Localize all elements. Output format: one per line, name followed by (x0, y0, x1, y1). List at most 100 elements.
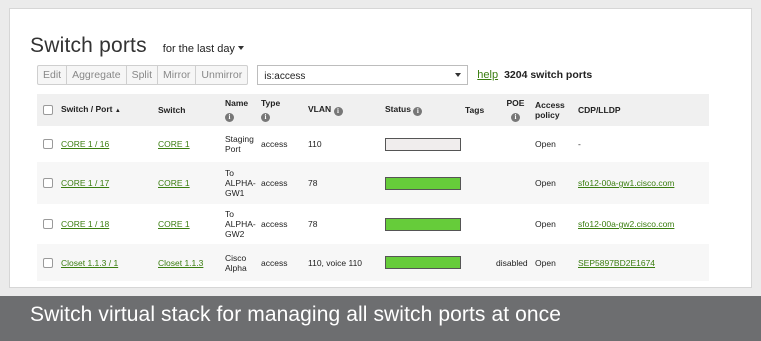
toolbar: Edit Aggregate Split Mirror Unmirror hel… (37, 64, 592, 86)
column-name-label: Name (225, 98, 249, 108)
column-poe[interactable]: POE i (496, 98, 535, 122)
status-bar[interactable] (385, 217, 461, 231)
mirror-button[interactable]: Mirror (158, 66, 197, 84)
switch-link[interactable]: CORE 1 (158, 219, 190, 229)
unmirror-button[interactable]: Unmirror (196, 66, 247, 84)
page-title: Switch ports (30, 34, 147, 57)
status-bar[interactable] (385, 176, 461, 190)
caption-banner: Switch virtual stack for managing all sw… (0, 296, 761, 341)
table-row[interactable]: Closet 1.1.3 / 1 Closet 1.1.3 Cisco Alpha… (37, 244, 709, 281)
port-cdp: - (578, 139, 581, 149)
table-row[interactable]: CORE 1 / 16 CORE 1 Staging Port access 11… (37, 126, 709, 162)
column-cdp-lldp[interactable]: CDP/LLDP (578, 105, 709, 115)
status-bar-fill (386, 257, 460, 268)
port-link[interactable]: CORE 1 / 17 (61, 178, 109, 188)
port-vlan: 78 (308, 178, 318, 188)
column-switch-port[interactable]: Switch / Port ▲ (61, 104, 158, 116)
port-name-line: ALPHA- (225, 219, 256, 229)
port-vlan: 110 (308, 139, 322, 149)
switch-ports-table: Switch / Port ▲ Switch Name i Type i VLAN … (37, 94, 709, 281)
help-link[interactable]: help (477, 69, 498, 81)
aggregate-button[interactable]: Aggregate (67, 66, 127, 84)
column-switch[interactable]: Switch (158, 105, 225, 115)
port-type: access (261, 257, 288, 268)
status-bar-fill (386, 177, 460, 189)
switch-link[interactable]: Closet 1.1.3 (158, 258, 203, 268)
column-name[interactable]: Name i (225, 98, 261, 122)
chevron-down-icon[interactable] (455, 73, 462, 77)
cdp-link[interactable]: sfo12-00a-gw2.cisco.com (578, 219, 674, 229)
column-status-label: Status (385, 104, 411, 114)
port-access-policy: Open (535, 139, 556, 149)
port-poe: disabled (496, 257, 528, 268)
port-link[interactable]: Closet 1.1.3 / 1 (61, 258, 118, 268)
edit-button[interactable]: Edit (38, 66, 68, 84)
info-icon[interactable]: i (261, 113, 270, 122)
row-checkbox[interactable] (43, 139, 53, 149)
port-name-line: To (225, 209, 234, 219)
port-link[interactable]: CORE 1 / 18 (61, 219, 109, 229)
status-bar[interactable] (385, 256, 461, 269)
switch-link[interactable]: CORE 1 (158, 178, 190, 188)
column-access-policy-label: Access (535, 100, 565, 110)
column-type[interactable]: Type i (261, 98, 308, 122)
row-checkbox[interactable] (43, 178, 53, 188)
port-name-line: Staging (225, 134, 254, 144)
table-row[interactable]: CORE 1 / 18 CORE 1 To ALPHA- GW2 access 78… (37, 204, 709, 244)
column-status[interactable]: Status i (385, 104, 465, 116)
port-name-line: ALPHA- (225, 178, 256, 188)
column-type-label: Type (261, 98, 281, 108)
table-row[interactable]: CORE 1 / 17 CORE 1 To ALPHA- GW1 access 78… (37, 162, 709, 204)
port-name: Staging Port (225, 134, 261, 154)
info-icon[interactable]: i (333, 107, 343, 116)
switch-link[interactable]: CORE 1 (158, 139, 190, 149)
select-all-checkbox[interactable] (43, 105, 53, 115)
column-vlan[interactable]: VLAN i (308, 104, 385, 116)
row-checkbox[interactable] (43, 257, 53, 268)
search-box (257, 65, 469, 86)
port-access-policy: Open (535, 219, 556, 229)
status-bar[interactable] (385, 137, 461, 151)
port-name-line: Port (225, 144, 241, 154)
cdp-link[interactable]: sfo12-00a-gw1.cisco.com (578, 178, 674, 188)
info-icon[interactable]: i (225, 113, 234, 122)
port-type: access (261, 139, 288, 149)
period-label: for the last day (162, 43, 235, 55)
port-name-line: Alpha (225, 262, 247, 273)
port-link[interactable]: CORE 1 / 16 (61, 139, 109, 149)
port-name-line: GW1 (225, 188, 245, 198)
info-icon[interactable]: i (511, 113, 520, 122)
port-name-line: To (225, 168, 234, 178)
split-button[interactable]: Split (127, 66, 158, 84)
status-bar-fill (386, 218, 460, 230)
port-access-policy: Open (535, 178, 556, 188)
port-name: Cisco Alpha (225, 253, 261, 273)
cdp-link[interactable]: SEP5897BD2E1674 (578, 258, 655, 268)
period-selector[interactable]: for the last day (163, 43, 244, 55)
table-header: Switch / Port ▲ Switch Name i Type i VLAN … (37, 94, 709, 126)
port-name-line: GW2 (225, 229, 245, 239)
title-row: Switch ports for the last day (30, 34, 244, 58)
port-access-policy: Open (535, 257, 556, 268)
column-vlan-label: VLAN (308, 104, 332, 114)
caption-text: Switch virtual stack for managing all sw… (30, 303, 562, 326)
port-vlan: 110, voice 110 (308, 257, 363, 268)
port-type: access (261, 219, 288, 229)
sort-ascending-icon: ▲ (114, 108, 121, 114)
info-icon[interactable]: i (413, 107, 423, 116)
port-name: To ALPHA- GW2 (225, 209, 261, 239)
column-tags[interactable]: Tags (465, 105, 496, 115)
caret-down-icon (237, 46, 244, 50)
row-checkbox[interactable] (43, 219, 53, 229)
column-switch-port-label: Switch / Port (61, 104, 113, 114)
column-access-policy[interactable]: Access policy (535, 100, 578, 120)
column-poe-label: POE (506, 98, 525, 108)
port-count: 3204 switch ports (504, 69, 593, 81)
port-name-line: Cisco (225, 252, 247, 263)
port-type: access (261, 178, 288, 188)
port-vlan: 78 (308, 219, 318, 229)
search-input[interactable] (258, 67, 468, 86)
column-access-policy-label: policy (535, 110, 560, 120)
action-button-group: Edit Aggregate Split Mirror Unmirror (37, 65, 249, 85)
port-name: To ALPHA- GW1 (225, 168, 261, 198)
